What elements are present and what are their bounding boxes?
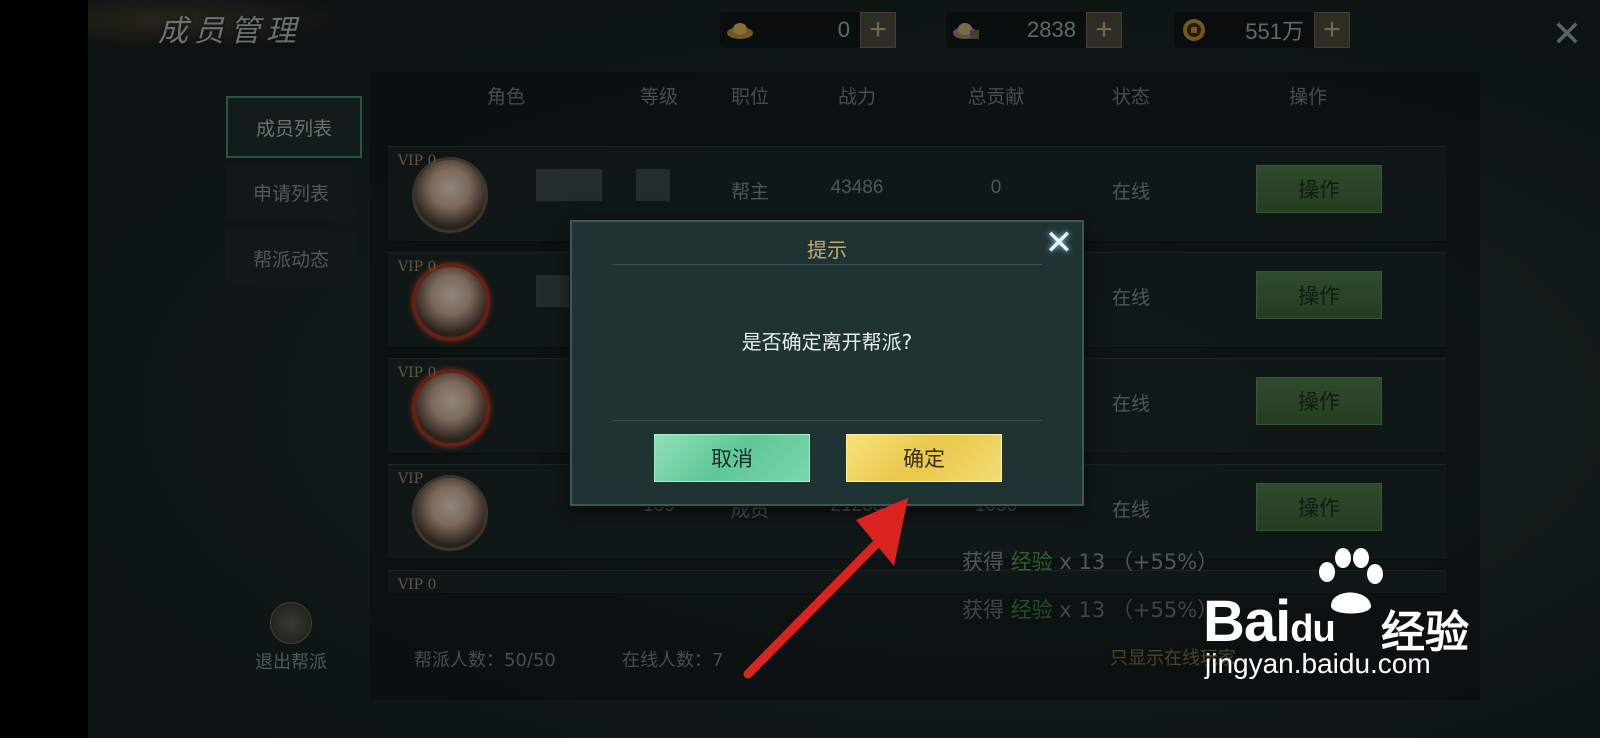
baidu-watermark: Baidu 经验 jingyan.baidu.com [1203, 548, 1503, 688]
watermark-brand: Baidu [1203, 589, 1336, 654]
watermark-url: jingyan.baidu.com [1205, 648, 1431, 679]
